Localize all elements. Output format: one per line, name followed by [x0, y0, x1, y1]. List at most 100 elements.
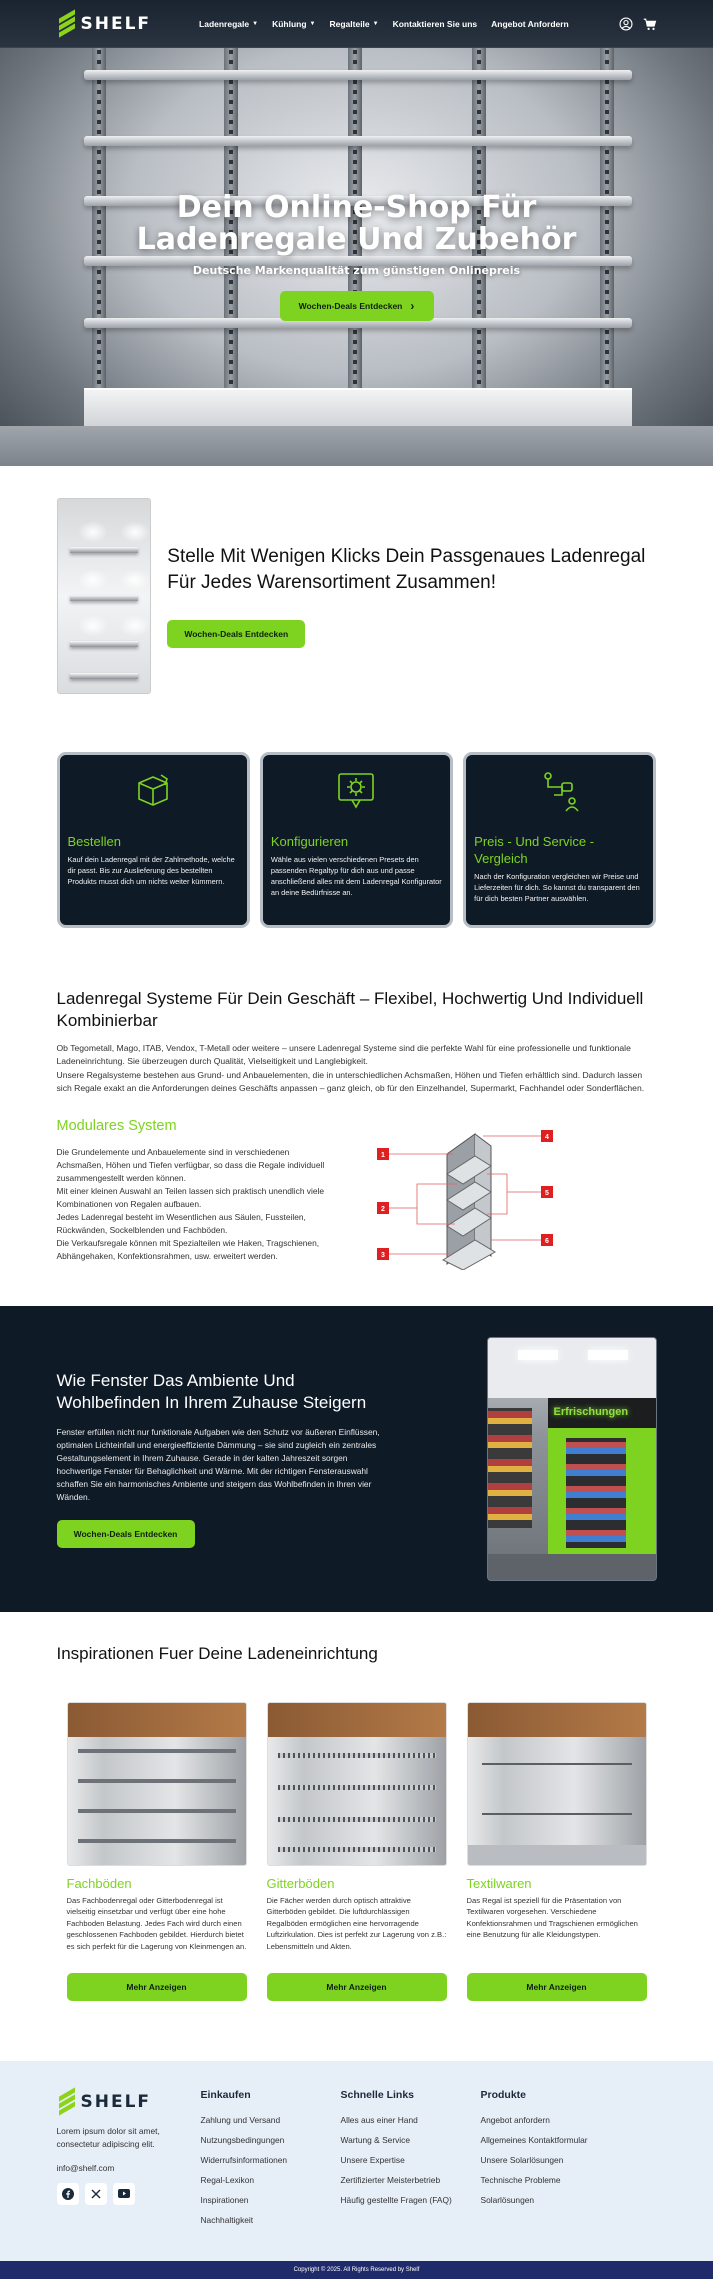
card-text: Kauf dein Ladenregal mit der Zahlmethode… — [67, 855, 235, 886]
footer-email[interactable]: info@shelf.com — [57, 2163, 201, 2173]
inspiration-image — [466, 1701, 647, 1866]
footer-link[interactable]: Inspirationen — [201, 2195, 341, 2205]
intro-title: Stelle Mit Wenigen Klicks Dein Passgenau… — [167, 546, 646, 593]
diagram-label: 5 — [545, 1190, 549, 1197]
x-icon[interactable] — [84, 2182, 107, 2205]
card-text: Nach der Konfiguration vergleichen wir P… — [474, 872, 640, 903]
intro-deals-button[interactable]: Wochen-Deals Entdecken — [167, 620, 306, 648]
footer-link[interactable]: Wartung & Service — [341, 2135, 481, 2145]
inspiration-image — [266, 1701, 447, 1866]
box-icon — [138, 774, 169, 806]
footer-heading: Einkaufen — [200, 2088, 251, 2101]
window-section: Wie Fenster Das Ambiente Und Wohlbefinde… — [0, 1305, 713, 1612]
hero-section: Dein Online-Shop Für Ladenregale Und Zube… — [0, 0, 713, 466]
store-image: Erfrischungen — [486, 1336, 657, 1581]
inspiration-card-textilwaren: Textilwaren Das Regal ist speziell für d… — [466, 1701, 647, 2001]
diagram-label: 1 — [381, 1152, 385, 1159]
logo-text: SHELF — [80, 2091, 152, 2112]
nav-item-angebot[interactable]: Angebot Anfordern — [491, 19, 569, 29]
shelf-image — [56, 498, 152, 694]
shelf-diagram: 1 2 3 4 5 6 — [357, 1124, 587, 1271]
window-text: Fenster erfüllen nicht nur funktionale A… — [56, 1426, 380, 1502]
inspiration-text: Das Fachbodenregal oder Gitterbodenregal… — [66, 1895, 247, 1951]
footer-link[interactable]: Solarlösungen — [481, 2195, 621, 2205]
modular-title: Modulares System — [56, 1117, 177, 1134]
hero-subtitle: Deutsche Markenqualität zum günstigen On… — [192, 264, 521, 277]
footer-link[interactable]: Allgemeines Kontaktformular — [481, 2135, 621, 2145]
more-button[interactable]: Mehr Anzeigen — [66, 1972, 247, 2001]
feature-card-vergleich: Preis - Und Service - Vergleich Nach der… — [463, 752, 657, 928]
inspirations-section: Inspirationen Fuer Deine Ladeneinrichtun… — [0, 1612, 713, 2061]
nav-item-regalteile[interactable]: Regalteile ▼ — [329, 19, 378, 29]
more-button[interactable]: Mehr Anzeigen — [266, 1972, 447, 2001]
inspiration-title: Gitterböden — [266, 1875, 335, 1891]
cart-icon[interactable] — [643, 17, 657, 31]
footer-link[interactable]: Regal-Lexikon — [201, 2175, 341, 2185]
nav-item-ladenregale[interactable]: Ladenregale ▼ — [199, 19, 258, 29]
nav-item-kuehlung[interactable]: Kühlung ▼ — [272, 19, 315, 29]
intro-section: Stelle Mit Wenigen Klicks Dein Passgenau… — [0, 466, 713, 752]
footer-link[interactable]: Unsere Solarlösungen — [481, 2155, 621, 2165]
feature-cards: Bestellen Kauf dein Ladenregal mit der Z… — [0, 752, 713, 988]
logo[interactable]: SHELF — [57, 9, 152, 38]
systems-text: Ob Tegometall, Mago, ITAB, Vendox, T-Met… — [56, 1043, 645, 1094]
inspiration-text: Die Fächer werden durch optisch attrakti… — [266, 1895, 447, 1951]
gear-screen-icon — [338, 773, 375, 809]
card-title: Konfigurieren — [270, 834, 349, 849]
inspiration-image — [66, 1701, 247, 1866]
store-sign: Erfrischungen — [553, 1405, 629, 1418]
more-button[interactable]: Mehr Anzeigen — [466, 1972, 647, 2001]
footer-link[interactable]: Nutzungsbedingungen — [201, 2135, 341, 2145]
window-title: Wie Fenster Das Ambiente Und Wohlbefinde… — [56, 1370, 367, 1412]
facebook-icon[interactable] — [56, 2182, 79, 2205]
footer-heading: Produkte — [480, 2088, 527, 2101]
card-title: Preis - Und Service - Vergleich — [474, 834, 595, 866]
logo-mark-icon — [57, 9, 77, 38]
hero-title: Dein Online-Shop Für Ladenregale Und Zube… — [136, 190, 577, 257]
footer-link[interactable]: Häufig gestellte Fragen (FAQ) — [341, 2195, 481, 2205]
chevron-down-icon: ▼ — [252, 21, 259, 27]
window-deals-button[interactable]: Wochen-Deals Entdecken — [56, 1519, 195, 1548]
footer-logo[interactable]: SHELF — [57, 2087, 201, 2116]
feature-card-bestellen: Bestellen Kauf dein Ladenregal mit der Z… — [56, 752, 250, 928]
chevron-right-icon: › — [410, 299, 415, 313]
inspirations-title: Inspirationen Fuer Deine Ladeneinrichtun… — [56, 1643, 378, 1663]
footer-link[interactable]: Angebot anfordern — [481, 2115, 621, 2125]
site-footer: SHELF Lorem ipsum dolor sit amet, consec… — [0, 2060, 713, 2261]
diagram-label: 3 — [381, 1252, 385, 1259]
inspiration-card-fachboeden: Fachböden Das Fachbodenregal oder Gitter… — [66, 1701, 247, 2001]
inspiration-text: Das Regal ist speziell für die Präsentat… — [466, 1895, 638, 1940]
systems-section: Ladenregal Systeme Für Dein Geschäft – F… — [0, 988, 713, 1306]
diagram-label: 6 — [545, 1238, 549, 1245]
footer-link[interactable]: Zahlung und Versand — [201, 2115, 341, 2125]
flow-person-icon — [544, 772, 579, 812]
footer-link[interactable]: Nachhaltigkeit — [201, 2215, 341, 2225]
main-nav: Ladenregale ▼ Kühlung ▼ Regalteile ▼ Kontak… — [199, 19, 569, 29]
footer-heading: Schnelle Links — [340, 2088, 415, 2101]
hero-deals-button[interactable]: Wochen-Deals Entdecken › — [279, 291, 434, 321]
card-title: Bestellen — [67, 834, 121, 849]
diagram-label: 4 — [545, 1134, 549, 1141]
logo-text: SHELF — [80, 14, 152, 34]
user-icon[interactable] — [618, 17, 633, 31]
feature-card-konfigurieren: Konfigurieren Wähle aus vielen verschied… — [259, 752, 454, 928]
footer-link[interactable]: Alles aus einer Hand — [341, 2115, 481, 2125]
site-header: SHELF Ladenregale ▼ Kühlung ▼ Regalteile ▼ … — [0, 0, 713, 48]
footer-link[interactable]: Unsere Expertise — [341, 2155, 481, 2165]
inspiration-card-gitterboeden: Gitterböden Die Fächer werden durch opti… — [266, 1701, 447, 2001]
diagram-label: 2 — [381, 1206, 385, 1213]
logo-mark-icon — [57, 2087, 77, 2116]
youtube-icon[interactable] — [112, 2182, 135, 2205]
inspiration-title: Fachböden — [66, 1875, 132, 1891]
systems-title: Ladenregal Systeme Für Dein Geschäft – F… — [56, 989, 644, 1030]
inspiration-title: Textilwaren — [466, 1875, 532, 1891]
footer-description: Lorem ipsum dolor sit amet, consectetur … — [56, 2125, 160, 2149]
footer-link[interactable]: Widerrufsinformationen — [201, 2155, 341, 2165]
chevron-down-icon: ▼ — [372, 21, 379, 27]
nav-item-kontakt[interactable]: Kontaktieren Sie uns — [393, 19, 478, 29]
modular-text: Die Grundelemente und Anbauelemente sind… — [56, 1146, 325, 1261]
chevron-down-icon: ▼ — [309, 21, 316, 27]
copyright-bar: Copyright © 2025. All Rights Reserved by… — [0, 2260, 713, 2279]
footer-link[interactable]: Technische Probleme — [481, 2175, 621, 2185]
footer-link[interactable]: Zertifizierter Meisterbetrieb — [341, 2175, 481, 2185]
